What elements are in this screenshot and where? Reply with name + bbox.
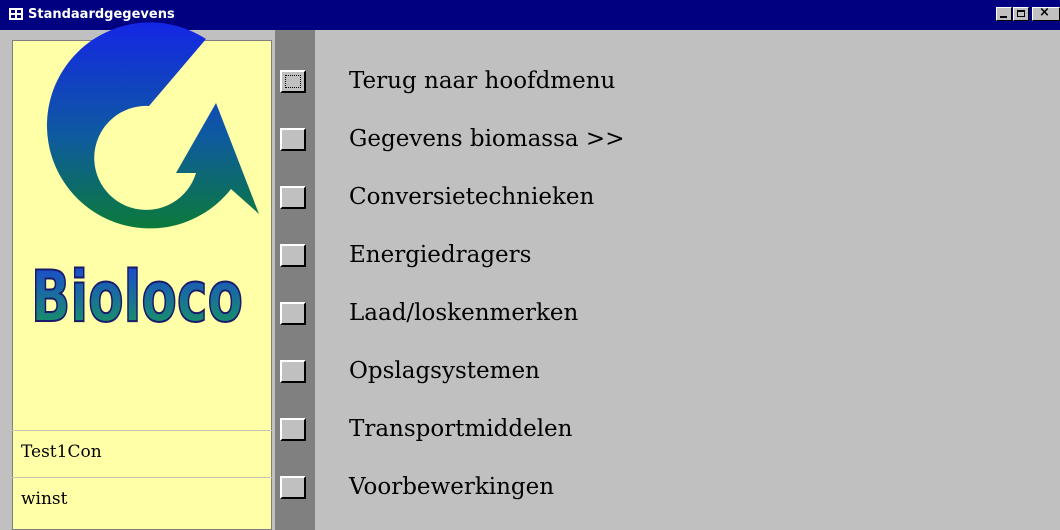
menu-item-transportmiddelen[interactable]: Transportmiddelen — [276, 416, 676, 458]
menu-button[interactable] — [280, 302, 306, 325]
logo-arrow — [46, 22, 259, 229]
menu-item-label: Opslagsystemen — [349, 358, 540, 384]
menu-button[interactable] — [280, 418, 306, 441]
menu-button[interactable] — [280, 70, 306, 93]
menu-button[interactable] — [280, 244, 306, 267]
close-icon: × — [1039, 5, 1050, 20]
menu-item-label: Terug naar hoofdmenu — [349, 68, 616, 94]
maximize-button[interactable] — [1013, 7, 1029, 21]
menu-item-conversietechnieken[interactable]: Conversietechnieken — [276, 184, 676, 226]
menu-item-energiedragers[interactable]: Energiedragers — [276, 242, 676, 284]
divider — [12, 430, 272, 431]
menu-item-terug-naar-hoofdmenu[interactable]: Terug naar hoofdmenu — [276, 68, 676, 110]
menu-button[interactable] — [280, 476, 306, 499]
divider — [12, 477, 272, 478]
menu-item-label: Energiedragers — [349, 242, 532, 268]
menu-button[interactable] — [280, 128, 306, 151]
menu-item-label: Transportmiddelen — [349, 416, 573, 442]
menu-item-voorbewerkingen[interactable]: Voorbewerkingen — [276, 474, 676, 516]
form-icon — [9, 8, 23, 20]
maximize-icon — [1017, 10, 1025, 17]
menu-item-gegevens-biomassa[interactable]: Gegevens biomassa >> — [276, 126, 676, 168]
close-button[interactable]: × — [1032, 5, 1060, 21]
menu-item-label: Gegevens biomassa >> — [349, 126, 625, 152]
menu-button[interactable] — [280, 360, 306, 383]
menu-item-label: Voorbewerkingen — [349, 474, 555, 500]
minimize-button[interactable] — [996, 7, 1012, 21]
logo-text: Bioloco — [31, 256, 243, 333]
minimize-icon — [1000, 16, 1007, 18]
menu-item-opslagsystemen[interactable]: Opslagsystemen — [276, 358, 676, 400]
menu-item-label: Laad/loskenmerken — [349, 300, 579, 326]
type-field: winst — [21, 489, 68, 509]
bioloco-logo: Bioloco — [30, 22, 259, 333]
name-field: Test1Con — [21, 442, 102, 462]
menu-item-laad-loskenmerken[interactable]: Laad/loskenmerken — [276, 300, 676, 342]
menu-button[interactable] — [280, 186, 306, 209]
menu-item-label: Conversietechnieken — [349, 184, 595, 210]
